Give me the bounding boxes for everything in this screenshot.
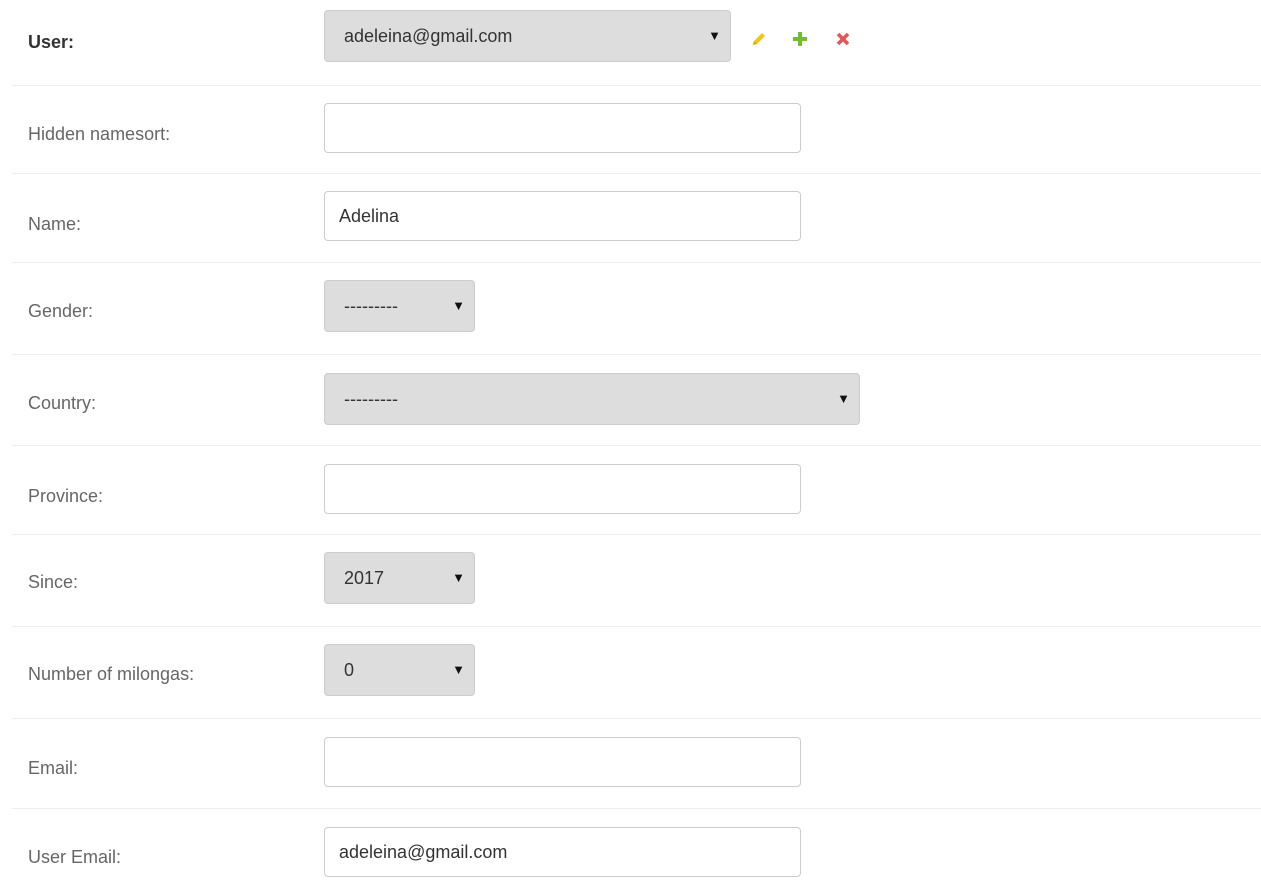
since-select[interactable]: 2017 ▼ [324,552,475,604]
form-row-user: User: adeleina@gmail.com ▼ [12,0,1261,86]
hidden-namesort-label: Hidden namesort: [28,124,171,144]
user-email-input[interactable]: adeleina@gmail.com [324,827,801,877]
gender-select-value: --------- [344,296,398,316]
chevron-down-icon: ▼ [837,391,850,406]
since-select-value: 2017 [344,568,385,588]
email-input[interactable] [324,737,801,787]
form-row-gender: Gender: --------- ▼ [12,263,1261,355]
gender-label: Gender: [28,301,94,321]
chevron-down-icon: ▼ [452,298,465,313]
name-input[interactable]: Adelina [324,191,801,241]
since-label: Since: [28,572,79,592]
form-row-province: Province: [12,446,1261,535]
country-label: Country: [28,393,97,413]
profile-form: User: adeleina@gmail.com ▼ Hidden nameso… [0,0,1261,888]
country-select-value: --------- [344,389,398,409]
user-select-value: adeleina@gmail.com [344,26,513,46]
plus-icon[interactable] [791,30,809,48]
number-of-milongas-label: Number of milongas: [28,664,195,684]
number-of-milongas-select-value: 0 [344,660,355,680]
user-email-label: User Email: [28,847,122,867]
user-select[interactable]: adeleina@gmail.com ▼ [324,10,731,62]
form-row-number-of-milongas: Number of milongas: 0 ▼ [12,627,1261,719]
chevron-down-icon: ▼ [452,662,465,677]
hidden-namesort-input[interactable] [324,103,801,153]
form-row-user-email: User Email: adeleina@gmail.com [12,809,1261,888]
chevron-down-icon: ▼ [452,570,465,585]
chevron-down-icon: ▼ [708,28,721,43]
pencil-icon[interactable] [750,30,768,48]
email-label: Email: [28,758,79,778]
number-of-milongas-select[interactable]: 0 ▼ [324,644,475,696]
form-row-hidden-namesort: Hidden namesort: [12,86,1261,174]
province-label: Province: [28,486,104,506]
province-input[interactable] [324,464,801,514]
name-label: Name: [28,214,82,234]
form-row-since: Since: 2017 ▼ [12,535,1261,627]
user-label: User: [28,32,75,52]
close-icon[interactable] [834,30,852,48]
gender-select[interactable]: --------- ▼ [324,280,475,332]
form-row-email: Email: [12,719,1261,809]
form-row-name: Name: Adelina [12,174,1261,263]
country-select[interactable]: --------- ▼ [324,373,860,425]
form-row-country: Country: --------- ▼ [12,355,1261,446]
